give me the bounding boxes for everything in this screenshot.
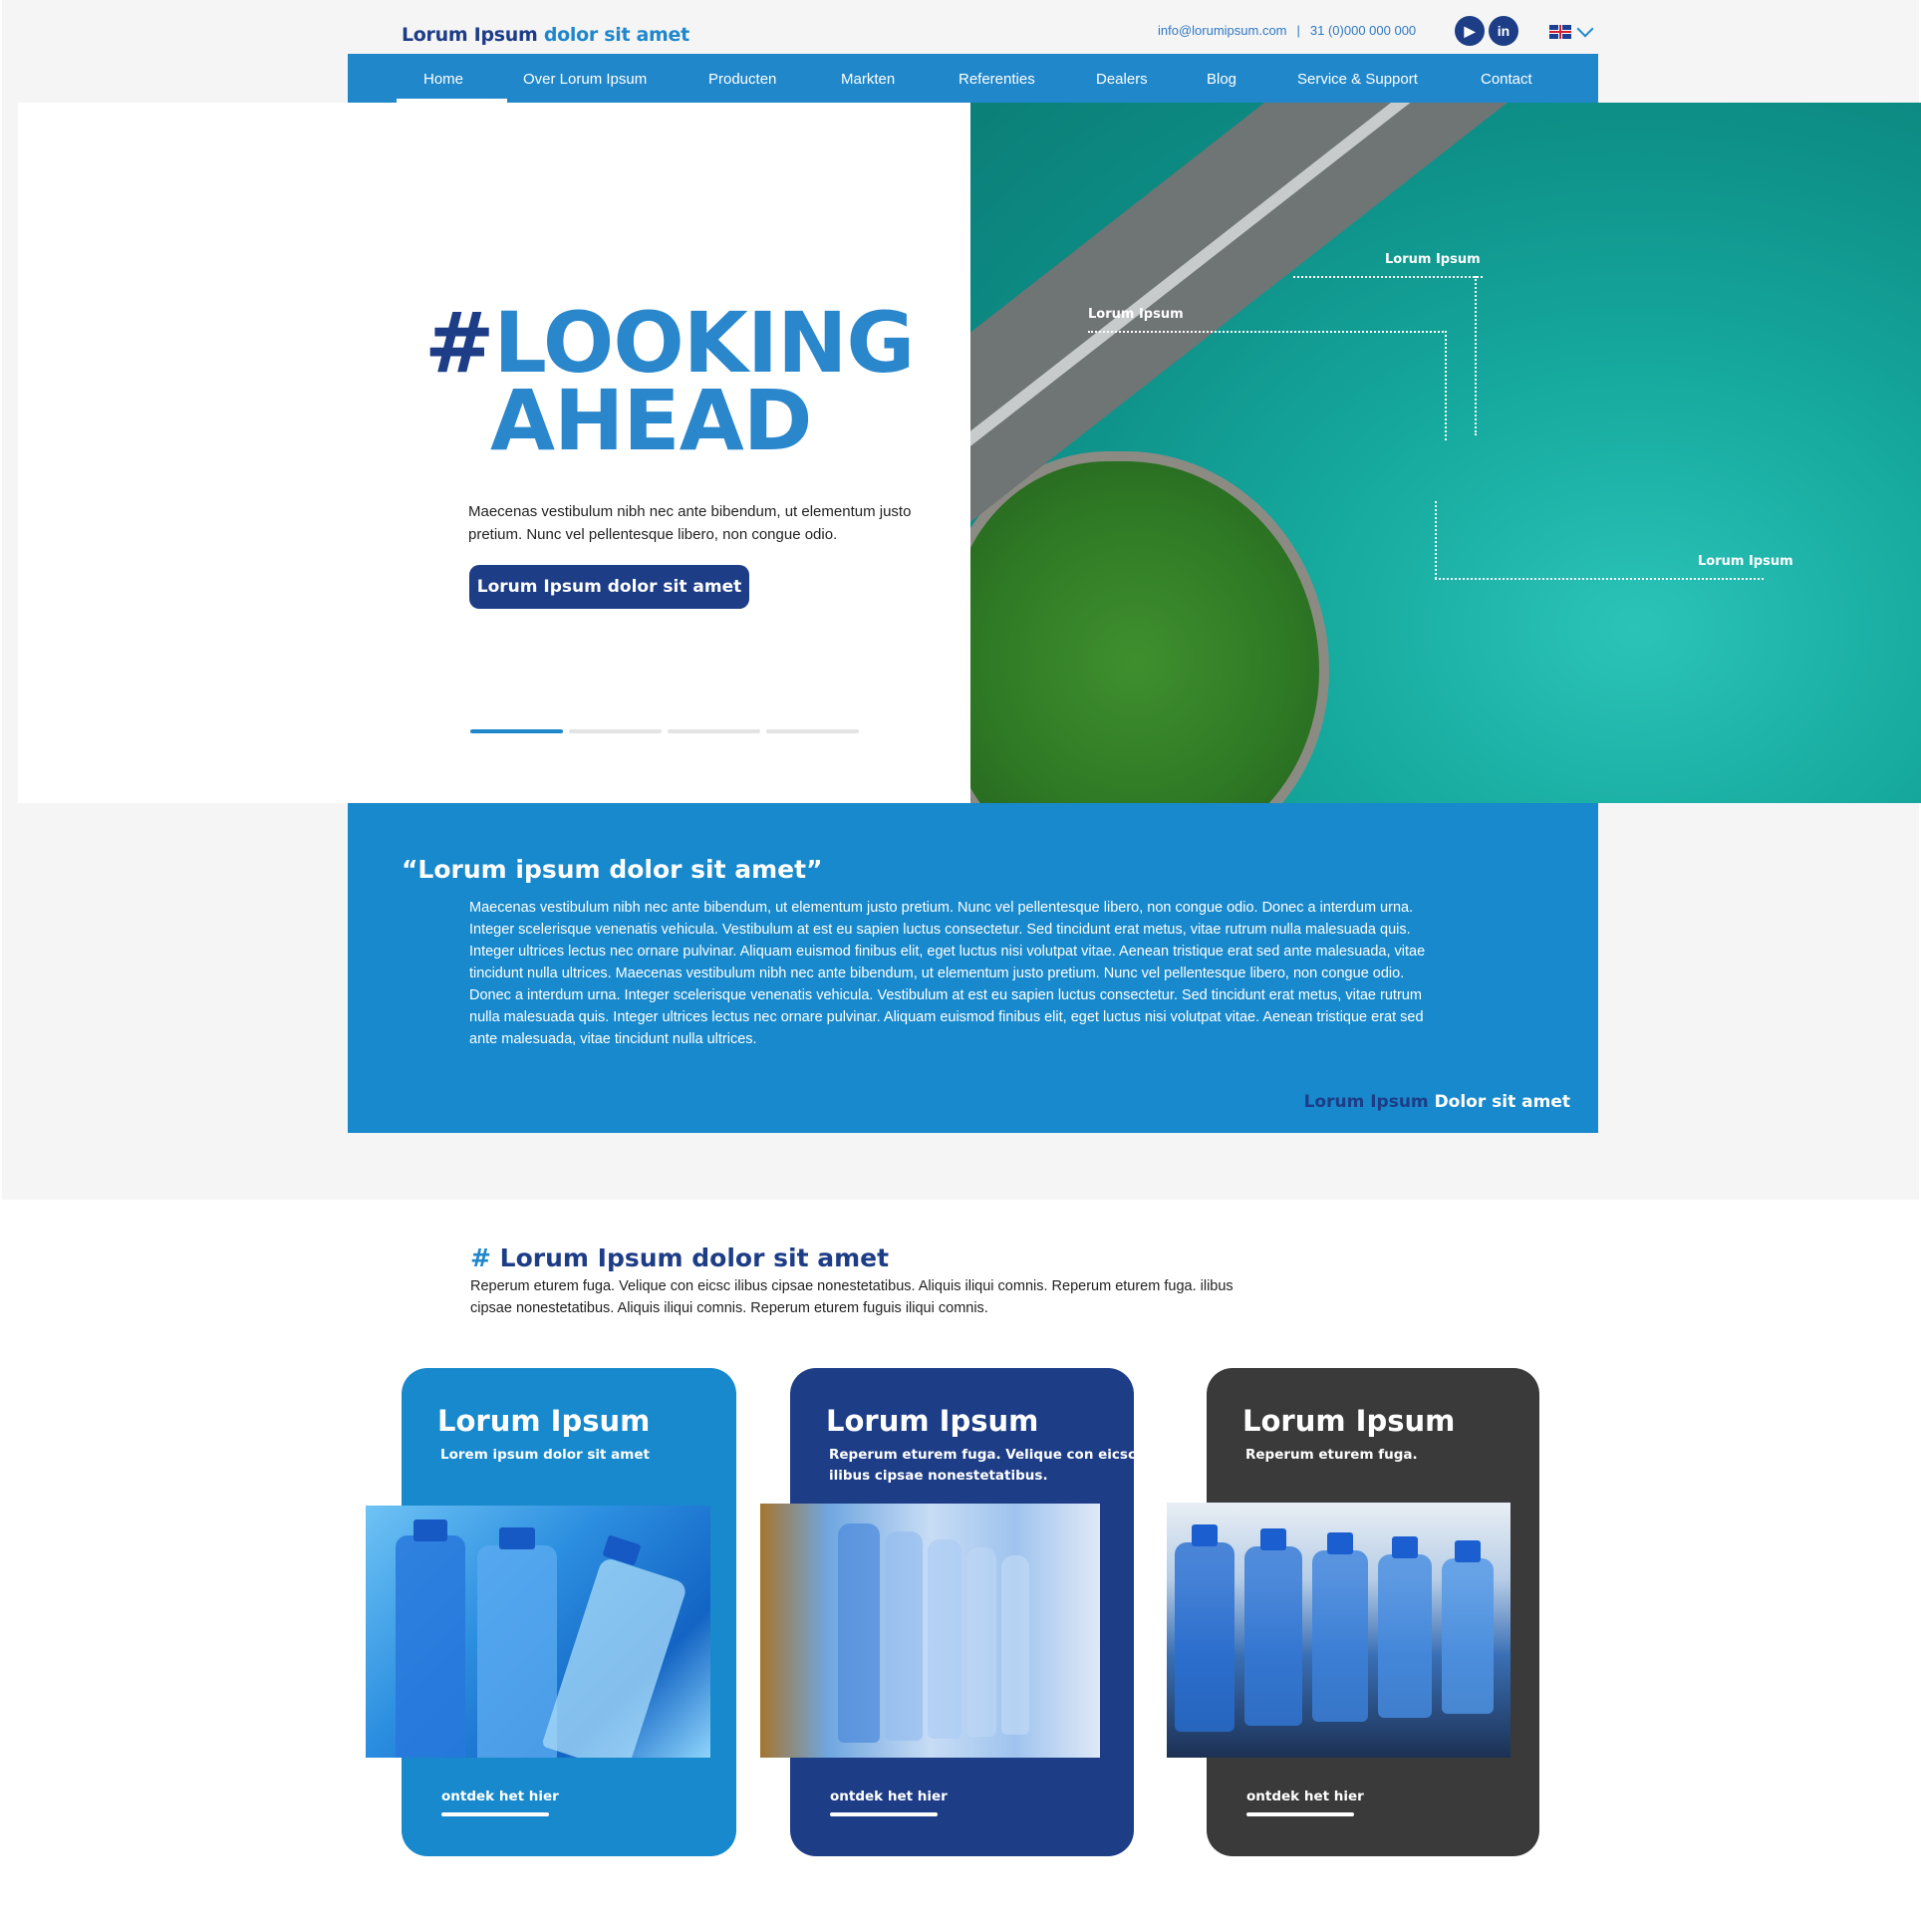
bottle-shape [928, 1539, 961, 1739]
callout-line [1445, 331, 1447, 440]
nav-item-contact[interactable]: Contact [1481, 71, 1532, 88]
bottle-shape [838, 1523, 880, 1743]
nav-item-home[interactable]: Home [423, 71, 463, 88]
callout-line [1475, 276, 1477, 435]
bottle-shape [477, 1545, 557, 1758]
site-logo[interactable]: Lorum Ipsum dolor sit amet [402, 24, 689, 46]
quote-body: Maecenas vestibulum nibh nec ante bibend… [469, 900, 1426, 1047]
card-link-underline [1246, 1812, 1354, 1816]
slider-indicators [470, 729, 859, 733]
nav-item-service[interactable]: Service & Support [1297, 71, 1418, 88]
nav-item-producten[interactable]: Producten [708, 71, 776, 88]
hero-hash: # [424, 294, 494, 392]
nav-item-referenties[interactable]: Referenties [959, 71, 1035, 88]
bottle-cap [1192, 1524, 1218, 1546]
signature-part2: Dolor sit amet [1434, 1092, 1570, 1112]
card-link[interactable]: ontdek het hier [441, 1789, 559, 1804]
slide-dot-4[interactable] [766, 729, 859, 733]
bottle-shape [1312, 1550, 1368, 1722]
card-title: Lorum Ipsum [826, 1404, 1039, 1438]
bottle-cap [1327, 1532, 1353, 1554]
bottle-shape [1175, 1542, 1235, 1732]
section-hash: # [470, 1243, 491, 1272]
card-title: Lorum Ipsum [1242, 1404, 1456, 1438]
bottle-shape [1378, 1554, 1432, 1718]
callout-line [1435, 578, 1764, 580]
bottle-shape [396, 1535, 465, 1758]
phone-link[interactable]: 31 (0)000 000 000 [1310, 23, 1416, 38]
callout-line [1293, 276, 1483, 278]
callout-label-2[interactable]: Lorum Ipsum [1088, 307, 1184, 322]
hero-image-bridge: Lorum Ipsum Lorum Ipsum Lorum Ipsum [970, 103, 1921, 803]
bottle-cap [413, 1519, 447, 1541]
card-title: Lorum Ipsum [437, 1404, 651, 1438]
linkedin-icon[interactable]: in [1489, 16, 1518, 46]
hero-line2: AHEAD [490, 372, 812, 469]
quote-signature: Lorum Ipsum Dolor sit amet [1304, 1092, 1570, 1112]
logo-text-secondary: dolor sit amet [543, 24, 689, 46]
bottle-shape [1001, 1555, 1029, 1735]
hero-description: Maecenas vestibulum nibh nec ante bibend… [468, 503, 912, 543]
contact-info: info@lorumipsum.com | 31 (0)000 000 000 [1158, 23, 1416, 38]
water-bottles-image-3 [1167, 1503, 1510, 1758]
card-link-underline [441, 1812, 549, 1816]
nav-item-blog[interactable]: Blog [1207, 71, 1236, 88]
nav-item-markten[interactable]: Markten [841, 71, 895, 88]
language-selector[interactable] [1549, 20, 1594, 39]
water-bottles-image-1 [366, 1506, 710, 1758]
callout-line [1435, 501, 1437, 579]
card-subtitle: Reperum eturem fuga. [1245, 1447, 1418, 1463]
callout-line [1088, 331, 1447, 333]
water-bottles-image-2 [760, 1504, 1100, 1758]
email-link[interactable]: info@lorumipsum.com [1158, 23, 1287, 38]
nav-item-over[interactable]: Over Lorum Ipsum [523, 71, 647, 88]
uk-flag-icon [1549, 25, 1571, 39]
youtube-icon[interactable]: ▶ [1455, 16, 1485, 46]
nav-item-dealers[interactable]: Dealers [1096, 71, 1148, 88]
bottle-shape [1244, 1546, 1302, 1726]
section-title: # Lorum Ipsum dolor sit amet [470, 1243, 889, 1272]
card-link[interactable]: ontdek het hier [1246, 1789, 1364, 1804]
bottle-cap [1392, 1536, 1418, 1558]
bottle-cap [1455, 1540, 1481, 1562]
card-subtitle: Reperum eturem fuga. Velique con eicsc i… [829, 1447, 1136, 1484]
bottle-shape [541, 1555, 688, 1758]
bottle-cap [1260, 1528, 1286, 1550]
social-links: ▶ in [1455, 16, 1518, 46]
logo-text-primary: Lorum Ipsum [402, 24, 538, 46]
quote-title: “Lorum ipsum dolor sit amet” [402, 855, 823, 884]
bottle-cap [499, 1527, 535, 1549]
card-link[interactable]: ontdek het hier [830, 1789, 948, 1804]
callout-label-1[interactable]: Lorum Ipsum [1385, 252, 1481, 267]
signature-part1: Lorum Ipsum [1303, 1092, 1429, 1112]
hero-headline: #LOOKING AHEAD [424, 301, 915, 469]
main-navigation: Home Over Lorum Ipsum Producten Markten … [348, 54, 1598, 103]
bottle-shape [1442, 1558, 1494, 1714]
hero-cta-button[interactable]: Lorum Ipsum dolor sit amet [469, 565, 749, 609]
contact-separator: | [1296, 23, 1300, 38]
quote-section: “Lorum ipsum dolor sit amet” Maecenas ve… [348, 803, 1598, 1133]
slide-dot-2[interactable] [569, 729, 662, 733]
section-description: Reperum eturem fuga. Velique con eicsc i… [470, 1278, 1234, 1316]
slide-dot-3[interactable] [668, 729, 760, 733]
section-title-text: Lorum Ipsum dolor sit amet [499, 1243, 890, 1272]
callout-label-3[interactable]: Lorum Ipsum [1698, 554, 1793, 569]
card-subtitle: Lorem ipsum dolor sit amet [440, 1447, 650, 1463]
bottle-shape [966, 1547, 996, 1737]
bottle-shape [885, 1531, 923, 1741]
card-link-underline [830, 1812, 938, 1816]
island-shape [970, 451, 1329, 803]
slide-dot-1[interactable] [470, 729, 563, 733]
